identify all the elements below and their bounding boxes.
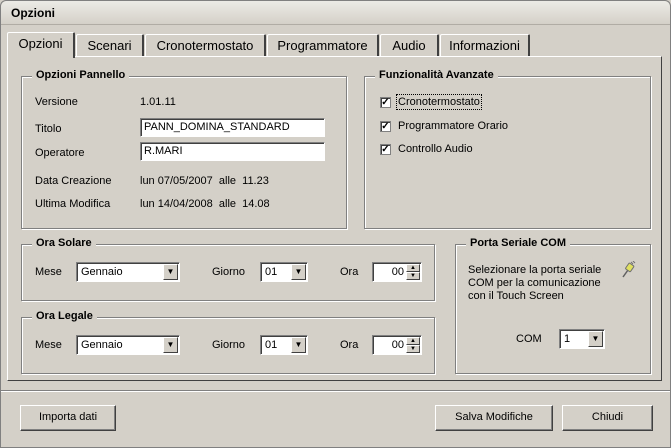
tab-opzioni[interactable]: Opzioni — [7, 32, 75, 58]
giorno-label: Giorno — [212, 266, 246, 278]
tab-label: Cronotermostato — [156, 38, 254, 53]
group-funzionalita-avanzate: Funzionalità Avanzate ✓ Cronotermostato … — [364, 69, 651, 229]
controllo-audio-checkbox-label[interactable]: Controllo Audio — [398, 143, 473, 155]
tab-label: Programmatore — [277, 38, 368, 53]
group-legend: Ora Legale — [32, 310, 97, 322]
stepper-arrows: ▲ ▼ — [406, 337, 420, 353]
programmatore-orario-checkbox-label[interactable]: Programmatore Orario — [398, 120, 508, 132]
importa-dati-button[interactable]: Importa dati — [20, 405, 116, 431]
serial-plug-icon — [620, 260, 636, 279]
porta-description-line-1: Selezionare la porta seriale — [468, 264, 602, 276]
arrow-down-icon[interactable]: ▼ — [406, 272, 420, 280]
ultima-modifica-value: lun 14/04/2008 alle 14.08 — [140, 198, 270, 210]
operatore-field[interactable]: R.MARI — [140, 142, 325, 161]
tab-informazioni[interactable]: Informazioni — [440, 34, 530, 56]
group-legend: Ora Solare — [32, 237, 96, 249]
arrow-up-icon[interactable]: ▲ — [406, 264, 420, 272]
footer-separator — [1, 390, 670, 392]
chevron-down-icon[interactable]: ▼ — [291, 337, 306, 353]
group-porta-seriale: Porta Seriale COM Selezionare la porta s… — [455, 237, 651, 374]
versione-label: Versione — [35, 96, 78, 108]
mese-label: Mese — [35, 266, 62, 278]
titolo-field[interactable]: PANN_DOMINA_STANDARD — [140, 118, 325, 137]
select-value: 01 — [265, 339, 278, 351]
ultima-modifica-label: Ultima Modifica — [35, 198, 111, 210]
select-value: 01 — [265, 266, 278, 278]
titolo-label: Titolo — [35, 123, 62, 135]
ora-legale-mese-select[interactable]: Gennaio ▼ — [76, 335, 180, 355]
titolo-field-value: PANN_DOMINA_STANDARD — [144, 121, 290, 133]
mese-label: Mese — [35, 339, 62, 351]
window-title: Opzioni — [11, 6, 55, 20]
ora-legale-giorno-select[interactable]: 01 ▼ — [260, 335, 308, 355]
data-creazione-value: lun 07/05/2007 alle 11.23 — [140, 175, 269, 187]
stepper-arrows: ▲ ▼ — [406, 264, 420, 280]
stepper-value: 00 — [391, 339, 404, 351]
salva-modifiche-button[interactable]: Salva Modifiche — [435, 405, 553, 431]
arrow-up-icon[interactable]: ▲ — [406, 337, 420, 345]
group-ora-solare: Ora Solare Mese Gennaio ▼ Giorno 01 ▼ Or… — [21, 237, 435, 301]
ora-label: Ora — [340, 339, 359, 351]
giorno-label: Giorno — [212, 339, 246, 351]
tab-scenari[interactable]: Scenari — [76, 34, 144, 56]
options-window: Opzioni Opzioni Scenari Cronotermostato … — [0, 0, 671, 448]
com-label: COM — [516, 333, 542, 345]
chevron-down-icon[interactable]: ▼ — [163, 337, 178, 353]
operatore-field-value: R.MARI — [144, 145, 183, 157]
group-opzioni-pannello: Opzioni Pannello Versione 1.01.11 Titolo… — [21, 69, 347, 229]
operatore-label: Operatore — [35, 147, 85, 159]
tab-cronotermostato[interactable]: Cronotermostato — [145, 34, 266, 56]
title-bar: Opzioni — [1, 1, 670, 25]
ora-legale-ora-stepper[interactable]: 00 ▲ ▼ — [372, 335, 422, 355]
programmatore-orario-checkbox[interactable]: ✓ — [380, 121, 391, 132]
ora-solare-mese-select[interactable]: Gennaio ▼ — [76, 262, 180, 282]
chiudi-button[interactable]: Chiudi — [562, 405, 653, 431]
porta-description-line-2: COM per la comunicazione — [468, 277, 601, 289]
chevron-down-icon[interactable]: ▼ — [163, 264, 178, 280]
tab-programmatore[interactable]: Programmatore — [267, 34, 379, 56]
tab-label: Informazioni — [449, 38, 520, 53]
ora-label: Ora — [340, 266, 359, 278]
arrow-down-icon[interactable]: ▼ — [406, 345, 420, 353]
cronotermostato-checkbox[interactable]: ✓ — [380, 97, 391, 108]
chevron-down-icon[interactable]: ▼ — [291, 264, 306, 280]
ora-solare-giorno-select[interactable]: 01 ▼ — [260, 262, 308, 282]
porta-description-line-3: con il Touch Screen — [468, 290, 564, 302]
ora-solare-ora-stepper[interactable]: 00 ▲ ▼ — [372, 262, 422, 282]
stepper-value: 00 — [391, 266, 404, 278]
chevron-down-icon[interactable]: ▼ — [588, 331, 603, 347]
versione-value: 1.01.11 — [140, 96, 176, 108]
cronotermostato-checkbox-label[interactable]: Cronotermostato — [396, 94, 482, 110]
select-value: Gennaio — [81, 266, 123, 278]
group-legend: Porta Seriale COM — [466, 237, 570, 249]
select-value: 1 — [564, 333, 571, 345]
select-value: Gennaio — [81, 339, 123, 351]
tab-label: Opzioni — [18, 36, 63, 51]
group-legend: Opzioni Pannello — [32, 69, 130, 81]
tab-label: Scenari — [87, 38, 132, 53]
com-port-select[interactable]: 1 ▼ — [559, 329, 605, 349]
tab-label: Audio — [392, 38, 426, 53]
group-legend: Funzionalità Avanzate — [375, 69, 498, 81]
controllo-audio-checkbox[interactable]: ✓ — [380, 144, 391, 155]
tab-audio[interactable]: Audio — [380, 34, 439, 56]
data-creazione-label: Data Creazione — [35, 175, 112, 187]
group-ora-legale: Ora Legale Mese Gennaio ▼ Giorno 01 ▼ Or… — [21, 310, 435, 374]
